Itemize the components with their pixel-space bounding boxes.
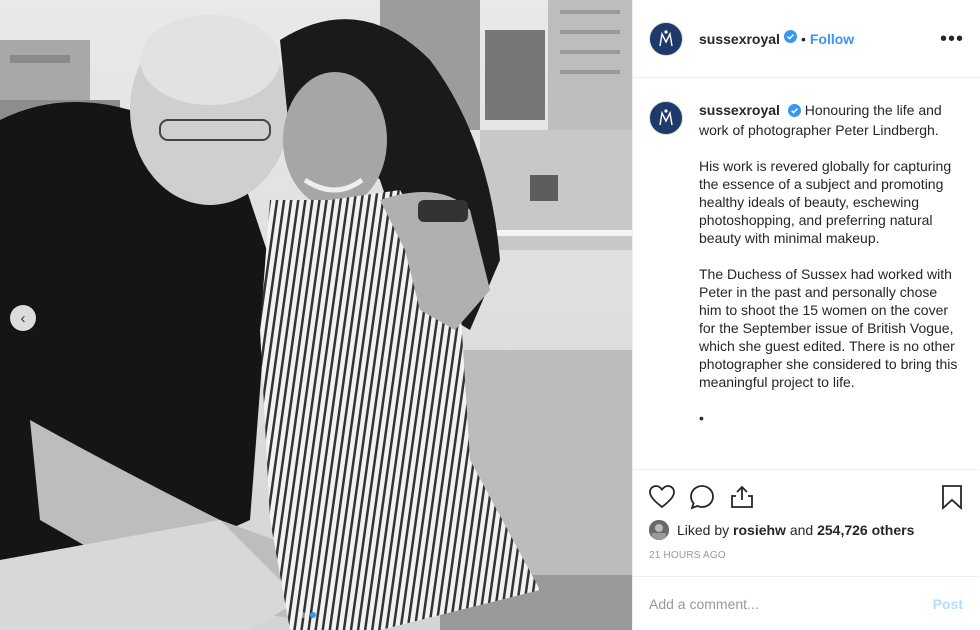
caption-avatar[interactable]: [649, 101, 683, 135]
post-comment-button[interactable]: Post: [933, 596, 963, 612]
post-photo[interactable]: ‹: [0, 0, 632, 630]
likes-count-link[interactable]: 254,726 others: [817, 522, 914, 538]
follow-button[interactable]: Follow: [810, 31, 854, 47]
avatar[interactable]: [649, 21, 683, 56]
separator-dot: •: [800, 30, 806, 47]
caption-area: sussexroyal Honouring the life and work …: [633, 79, 979, 469]
caption-paragraph-3: The Duchess of Sussex had worked with Pe…: [699, 266, 958, 390]
caption-text: sussexroyal Honouring the life and work …: [699, 101, 959, 469]
comment-box: Post: [633, 576, 979, 630]
bookmark-icon[interactable]: [941, 484, 963, 510]
post-header: sussexroyal • Follow •••: [633, 0, 980, 78]
liker-avatar[interactable]: [649, 520, 669, 540]
action-icon-row: [649, 482, 963, 512]
likes-summary: Liked by rosiehw and 254,726 others: [649, 520, 963, 540]
caption-username[interactable]: sussexroyal: [699, 102, 780, 118]
verified-badge-icon: [783, 29, 797, 48]
post-side-panel: sussexroyal • Follow ••• sussexroyal Hon…: [632, 0, 980, 630]
comment-icon[interactable]: [689, 484, 715, 510]
likes-joiner: and: [789, 522, 814, 538]
heart-icon[interactable]: [649, 485, 675, 509]
verified-badge-icon: [787, 103, 801, 121]
carousel-dot-active: [310, 612, 316, 618]
caption-paragraph-4: •: [699, 410, 704, 426]
post-timestamp[interactable]: 21 HOURS AGO: [649, 550, 963, 561]
monogram-icon: [659, 109, 673, 126]
comment-input[interactable]: [649, 595, 933, 612]
share-icon[interactable]: [729, 484, 755, 510]
likes-prefix: Liked by: [677, 522, 730, 538]
photo-image: [0, 0, 632, 630]
carousel-prev-button[interactable]: ‹: [10, 305, 36, 331]
more-options-icon[interactable]: •••: [940, 29, 964, 49]
likes-user-link[interactable]: rosiehw: [733, 522, 786, 538]
post-actions: Liked by rosiehw and 254,726 others 21 H…: [633, 469, 979, 561]
monogram-icon: [659, 29, 673, 46]
carousel-dot: [300, 612, 306, 618]
carousel-dots: [300, 612, 316, 618]
caption-paragraph-2: His work is revered globally for capturi…: [699, 158, 952, 246]
chevron-left-icon: ‹: [20, 309, 26, 327]
header-username[interactable]: sussexroyal: [699, 31, 780, 47]
